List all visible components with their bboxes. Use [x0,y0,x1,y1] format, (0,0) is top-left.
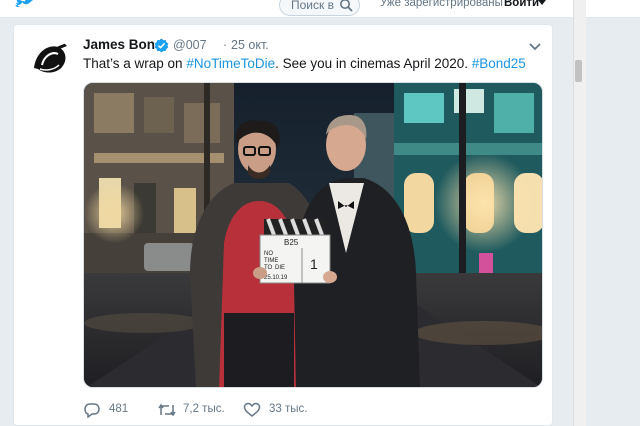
photo-scene: B25 NO TIME TO DIE 1 25.10.19 [84,83,542,387]
retweet-count: 7,2 тыс. [183,403,225,415]
retweet-button[interactable]: 7,2 тыс. [157,401,237,419]
chevron-down-icon[interactable] [529,43,541,51]
author-name[interactable]: James Bond [83,37,163,52]
twitter-bird-icon[interactable] [14,0,36,11]
tweet-photo[interactable]: B25 NO TIME TO DIE 1 25.10.19 [83,82,543,388]
separator-dot: · [223,38,228,52]
tweet-card[interactable]: James Bond @007 · 25 окт. That’s a wrap … [13,24,553,426]
avatar[interactable] [28,38,72,82]
like-count: 33 тыс. [269,403,308,415]
hashtag-link[interactable]: #Bond25 [472,56,526,71]
reply-icon [84,403,100,418]
retweet-icon [158,403,176,417]
clapperboard-title-4: DIE [275,265,285,271]
tweet-text: That’s a wrap on #NoTimeToDie. See you i… [83,56,526,71]
login-question: Уже зарегистрированы? [380,0,510,9]
reply-count: 481 [109,403,129,415]
tweet-actions: 481 7,2 тыс. 33 тыс. [83,401,383,419]
clapperboard-take: 1 [310,256,318,272]
search-input[interactable]: Поиск в [291,0,334,12]
caret-down-icon[interactable] [538,0,546,6]
clapperboard-scene: B25 [284,238,299,247]
tweet-date[interactable]: 25 окт. [231,38,269,52]
top-bar: Поиск в Уже зарегистрированы? Войти [0,0,640,18]
clapperboard: B25 NO TIME TO DIE 1 25.10.19 [259,218,331,284]
clapperboard-title-2: TIME [264,258,278,264]
verified-badge-icon [154,38,169,53]
tweet-text-middle: . See you in cinemas April 2020. [275,56,468,71]
tweet-text-prefix: That’s a wrap on [83,56,183,71]
author-handle[interactable]: @007 [173,38,207,52]
reply-button[interactable]: 481 [83,401,153,419]
like-icon [243,402,261,417]
clapperboard-title-1: NO [264,251,273,257]
bond-logo-avatar [28,38,72,82]
clapperboard-date: 25.10.19 [264,275,288,281]
hashtag-link[interactable]: #NoTimeToDie [186,56,275,71]
search-box[interactable]: Поиск в [279,0,360,16]
search-icon[interactable] [339,0,353,12]
login-link[interactable]: Войти [504,0,539,9]
scrollbar-thumb[interactable] [575,60,582,82]
like-button[interactable]: 33 тыс. [243,401,323,419]
